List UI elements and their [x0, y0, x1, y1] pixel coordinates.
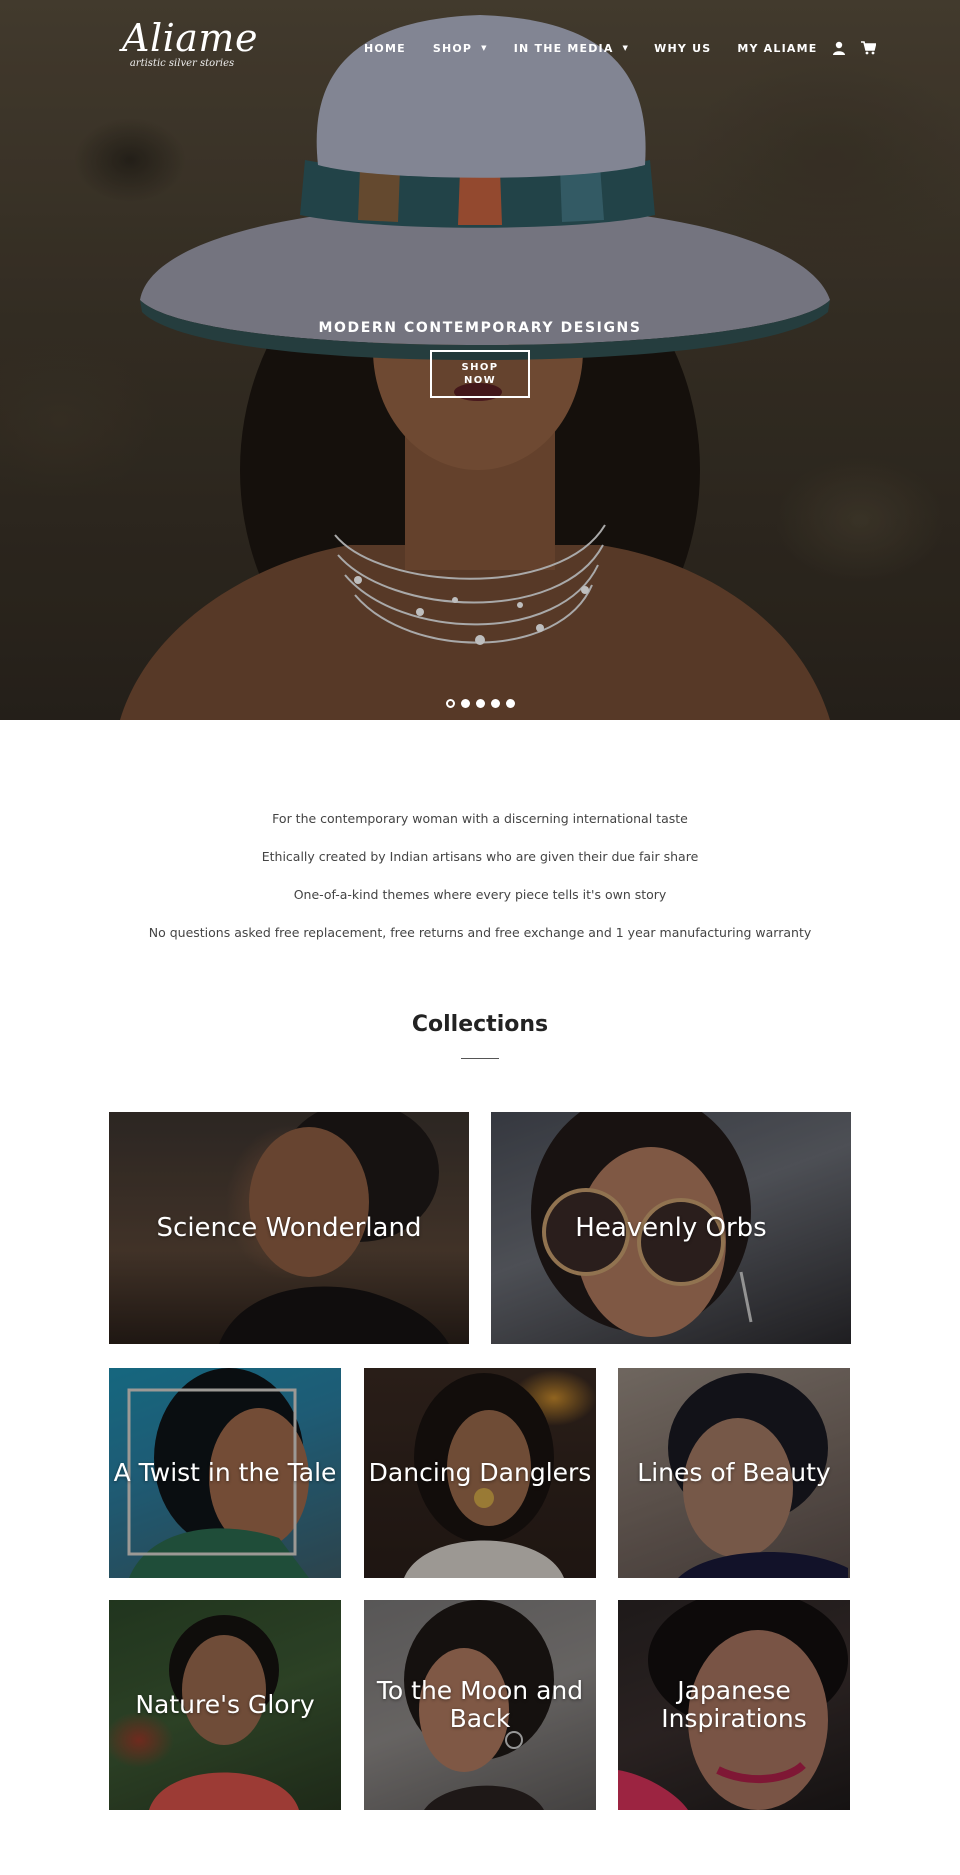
hero-heading: MODERN CONTEMPORARY DESIGNS: [318, 320, 642, 336]
collection-label: Heavenly Orbs: [575, 1213, 767, 1243]
nav-item-label: MY ALIAME: [737, 41, 818, 55]
collection-label: Nature's Glory: [135, 1690, 315, 1719]
intro-line: Ethically created by Indian artisans who…: [261, 849, 699, 864]
logo-name: Aliame: [122, 16, 258, 60]
collection-label: To the Moon and Back: [376, 1676, 584, 1733]
hero-caption: MODERN CONTEMPORARY DESIGNS SHOP NOW: [0, 320, 960, 398]
collection-tile-heavenly-orbs[interactable]: Heavenly Orbs: [491, 1112, 851, 1344]
nav-item-shop[interactable]: SHOP ▼: [433, 42, 488, 55]
slide-dot[interactable]: [490, 699, 500, 708]
intro-line: One-of-a-kind themes where every piece t…: [293, 887, 667, 902]
collections-title: Collections: [411, 1012, 549, 1037]
slide-dot[interactable]: [475, 699, 485, 708]
hero-banner: Aliame artistic silver stories HOME SHOP…: [0, 0, 960, 720]
nav-item-why-us[interactable]: WHY US: [654, 42, 711, 55]
collection-tile-science-wonderland[interactable]: Science Wonderland: [109, 1112, 469, 1344]
collection-label: Dancing Danglers: [368, 1458, 592, 1487]
slider-dots: [0, 699, 960, 708]
nav-item-my-aliame[interactable]: MY ALIAME: [737, 42, 817, 55]
nav-item-label: IN THE MEDIA: [513, 41, 614, 55]
main-nav: HOME SHOP ▼ IN THE MEDIA ▼ WHY US MY ALI…: [364, 38, 876, 58]
site-logo[interactable]: Aliame artistic silver stories: [122, 16, 258, 69]
caret-down-icon: ▼: [481, 44, 488, 52]
account-icon[interactable]: [831, 40, 847, 56]
nav-item-label: WHY US: [654, 41, 712, 55]
cart-icon[interactable]: [860, 40, 876, 56]
collection-label: Japanese Inspirations: [661, 1676, 807, 1733]
nav-item-home[interactable]: HOME: [364, 42, 406, 55]
collection-tile-natures-glory[interactable]: Nature's Glory: [109, 1600, 341, 1810]
title-divider: [461, 1058, 499, 1059]
nav-item-label: HOME: [364, 41, 406, 55]
caret-down-icon: ▼: [622, 44, 630, 52]
nav-item-in-the-media[interactable]: IN THE MEDIA ▼: [514, 42, 629, 55]
shop-now-button[interactable]: SHOP NOW: [430, 350, 530, 398]
collection-tile-lines-of-beauty[interactable]: Lines of Beauty: [618, 1368, 850, 1578]
logo-tagline: artistic silver stories: [129, 58, 235, 69]
collection-tile-to-the-moon-and-back[interactable]: To the Moon and Back: [364, 1600, 596, 1810]
intro-line: No questions asked free replacement, fre…: [148, 925, 812, 940]
collection-tile-japanese-inspirations[interactable]: Japanese Inspirations: [618, 1600, 850, 1810]
slide-dot[interactable]: [505, 699, 515, 708]
collection-label: A Twist in the Tale: [113, 1458, 337, 1487]
collection-tile-dancing-danglers[interactable]: Dancing Danglers: [364, 1368, 596, 1578]
collection-tile-a-twist-in-the-tale[interactable]: A Twist in the Tale: [109, 1368, 341, 1578]
slide-dot[interactable]: [460, 699, 470, 708]
nav-item-label: SHOP: [432, 41, 473, 55]
collection-label: Science Wonderland: [156, 1213, 422, 1243]
intro-text: For the contemporary woman with a discer…: [0, 800, 960, 952]
collection-label: Lines of Beauty: [637, 1458, 831, 1487]
intro-line: For the contemporary woman with a discer…: [272, 811, 688, 826]
slide-dot[interactable]: [445, 699, 455, 708]
